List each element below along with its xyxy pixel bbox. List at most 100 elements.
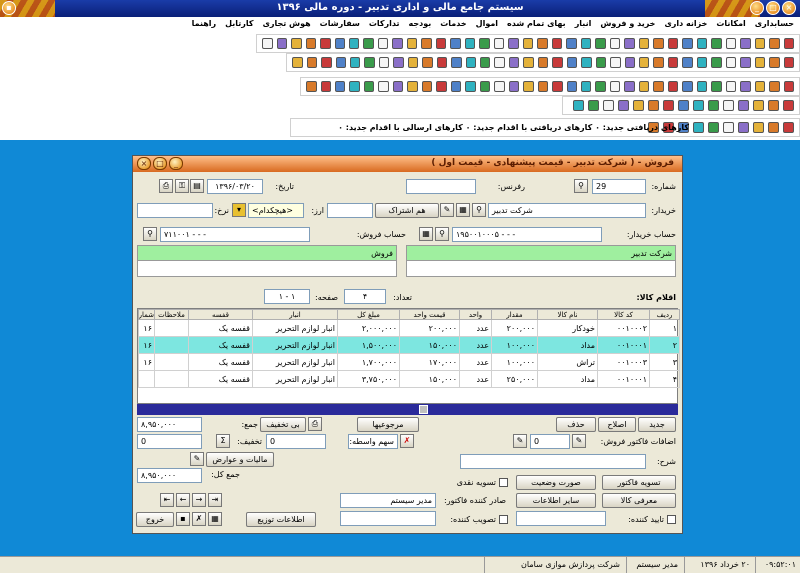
edit-icon[interactable]: ✎ — [190, 452, 204, 466]
binoculars-icon[interactable]: ⚲ — [435, 227, 449, 241]
toolbar-icon[interactable] — [451, 57, 462, 68]
new-record-icon[interactable]: ▦ — [419, 227, 433, 241]
toolbar-icon[interactable] — [711, 38, 722, 49]
toolbar-icon[interactable] — [769, 38, 780, 49]
description-field[interactable] — [460, 454, 646, 469]
no-discount-button[interactable]: بی تخفیف — [260, 417, 306, 432]
toolbar-icon[interactable] — [523, 57, 534, 68]
toolbar-icon[interactable] — [738, 100, 749, 111]
currency-select[interactable]: <هیچکدام> — [248, 203, 304, 218]
toolbar-icon[interactable] — [573, 100, 584, 111]
toolbar-icon[interactable] — [422, 57, 433, 68]
column-header[interactable]: قفسه — [188, 309, 253, 320]
exit-button[interactable]: خروج — [136, 512, 174, 527]
toolbar-icon[interactable] — [508, 38, 519, 49]
taxes-button[interactable]: مالیات و عوارض — [206, 452, 274, 467]
new-button[interactable]: جدید — [638, 417, 676, 432]
menu-item[interactable]: خدمات — [440, 17, 466, 31]
toolbar-icon[interactable] — [708, 100, 719, 111]
rate-input[interactable] — [327, 203, 373, 218]
approve-checkbox[interactable] — [499, 515, 508, 524]
toolbar-icon[interactable] — [581, 57, 592, 68]
toolbar-icon[interactable] — [552, 57, 563, 68]
toolbar-icon[interactable] — [696, 81, 708, 92]
toolbar-icon[interactable] — [421, 81, 433, 92]
seller-account-field[interactable]: ۷۱۱۰۰۱ - - - — [160, 227, 310, 242]
toolbar-icon[interactable] — [711, 81, 722, 92]
first-record-icon[interactable]: ⇤ — [160, 493, 174, 507]
toolbar-icon[interactable] — [508, 81, 520, 92]
toolbar-icon[interactable] — [624, 57, 636, 68]
toolbar-icon[interactable] — [292, 57, 303, 68]
toolbar-icon[interactable] — [464, 38, 476, 49]
close-icon[interactable]: × — [782, 1, 796, 15]
toolbar-icon[interactable] — [638, 38, 650, 49]
new-record-icon[interactable]: ▦ — [456, 203, 470, 217]
approver-field[interactable] — [340, 511, 436, 526]
toolbar-icon[interactable] — [522, 38, 534, 49]
toolbar-icon[interactable] — [754, 38, 766, 49]
number-field[interactable]: 29 — [592, 179, 646, 194]
toolbar-icon[interactable] — [494, 57, 505, 68]
toolbar-icon[interactable] — [378, 81, 389, 92]
column-header[interactable]: شماره س — [138, 309, 155, 320]
dialog-minimize-icon[interactable]: _ — [169, 157, 183, 170]
toolbar-icon[interactable] — [595, 81, 606, 92]
toolbar-icon[interactable] — [725, 81, 737, 92]
delete-icon[interactable]: ✗ — [400, 434, 414, 448]
toolbar-icon[interactable] — [693, 100, 704, 111]
toolbar-icon[interactable] — [754, 57, 766, 68]
column-header[interactable]: کد کالا — [597, 309, 650, 320]
toolbar-icon[interactable] — [618, 100, 629, 111]
column-header[interactable]: ملاحظات — [154, 309, 189, 320]
column-header[interactable]: قیمت واحد — [399, 309, 460, 320]
toolbar-icon[interactable] — [769, 81, 780, 92]
additions-field[interactable]: 0 — [530, 434, 570, 449]
toolbar-icon[interactable] — [753, 100, 764, 111]
print-invoice-button[interactable]: تسویه فاکتور — [602, 475, 676, 490]
toolbar-icon[interactable] — [693, 122, 704, 133]
toolbar-icon[interactable] — [450, 81, 462, 92]
toolbar-icon[interactable] — [262, 38, 273, 49]
binoculars-icon[interactable]: ⚲ — [472, 203, 486, 217]
toolbar-icon[interactable] — [378, 57, 390, 68]
toolbar-icon[interactable] — [537, 38, 548, 49]
dialog-maximize-icon[interactable]: □ — [153, 157, 167, 170]
rate-field[interactable] — [137, 203, 213, 218]
toolbar-icon[interactable] — [407, 57, 419, 68]
menu-item[interactable]: امکانات — [716, 17, 745, 31]
lock-icon[interactable]: ⚿ — [175, 179, 189, 193]
toolbar-icon[interactable] — [566, 38, 577, 49]
menu-item[interactable]: بهای تمام شده — [507, 17, 566, 31]
toolbar-icon[interactable] — [335, 81, 346, 92]
toolbar-icon[interactable] — [653, 57, 664, 68]
confirmer-field[interactable] — [516, 511, 606, 526]
toolbar-icon[interactable] — [377, 38, 389, 49]
save-icon[interactable]: ▪ — [176, 512, 190, 526]
toolbar-icon[interactable] — [638, 81, 650, 92]
binoculars-icon[interactable]: ⚲ — [143, 227, 157, 241]
toolbar-icon[interactable] — [523, 81, 534, 92]
toolbar-icon[interactable] — [392, 81, 404, 92]
last-record-icon[interactable]: ⇥ — [208, 493, 222, 507]
toolbar-icon[interactable] — [595, 38, 606, 49]
toolbar-icon[interactable] — [768, 100, 779, 111]
distribution-info-button[interactable]: اطلاعات توزیع — [246, 512, 316, 527]
toolbar-icon[interactable] — [479, 38, 490, 49]
toolbar-icon[interactable] — [566, 57, 578, 68]
toolbar-icon[interactable] — [768, 122, 779, 133]
total-field[interactable]: ۸,۹۵۰,۰۰۰ — [137, 417, 202, 432]
toolbar-icon[interactable] — [537, 81, 549, 92]
toolbar-icon[interactable] — [740, 57, 751, 68]
minimize-icon[interactable]: _ — [750, 1, 764, 15]
toolbar-icon[interactable] — [738, 122, 749, 133]
toolbar-icon[interactable] — [783, 100, 794, 111]
other-info-button[interactable]: سایر اطلاعات — [516, 493, 596, 508]
toolbar-icon[interactable] — [663, 100, 674, 111]
page-field[interactable]: ۱ - ۱ — [264, 289, 310, 304]
toolbar-icon[interactable] — [740, 81, 751, 92]
items-grid[interactable]: ردیف کد کالا نام کالا مقدار واحد قیمت واحد مبل… — [137, 308, 680, 404]
calculator-icon[interactable]: Σ — [216, 434, 230, 448]
item-info-button[interactable]: معرفی کالا — [602, 493, 676, 508]
binoculars-icon[interactable]: ⚲ — [574, 179, 588, 193]
